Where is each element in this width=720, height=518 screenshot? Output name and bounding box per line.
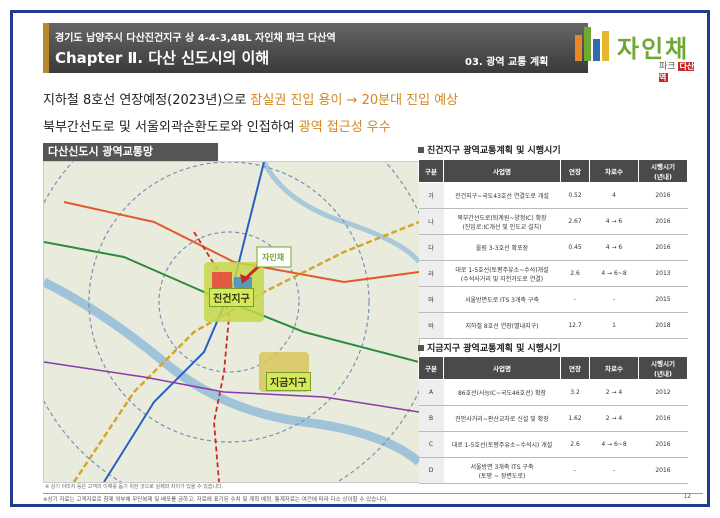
col-type: 구분	[418, 159, 444, 183]
page-number: 12	[683, 493, 691, 500]
col-length: 연장	[560, 356, 590, 380]
transport-map: 자인채 진건지구 지금지구	[43, 161, 420, 483]
table-cell: 2016	[638, 457, 688, 484]
table-cell: 2012	[638, 379, 688, 406]
table-cell: 2016	[638, 431, 688, 458]
table-cell: 1.62	[560, 405, 590, 432]
table-cell: 서울방면 3개축 ITS 구축 (토평 ~ 장변도로)	[443, 457, 561, 484]
table-cell: 1	[589, 312, 639, 339]
table-row: 마 서울방면도로 ITS 3개축 구축 - -2015	[418, 286, 688, 313]
table1-title: 진건지구 광역교통계획 및 시행시기	[418, 143, 561, 156]
table-cell: 나	[418, 208, 444, 235]
page-header: 경기도 남양주시 다산진건지구 상 4-4-3,4BL 자인채 파크 다산역 C…	[13, 13, 707, 82]
table2-title: 지금지구 광역교통계획 및 시행시기	[418, 341, 561, 354]
table-cell: 가	[418, 182, 444, 209]
table-cell: 2018	[638, 312, 688, 339]
table-cell: 4 → 6~8	[589, 431, 639, 458]
table-cell: 2016	[638, 405, 688, 432]
table-cell: 진건지구~국도43호선 연결도로 개설	[443, 182, 561, 209]
map-logo-label: 자인채	[262, 252, 284, 262]
table-cell: 86호선(사능IC~국도46호선) 확장	[443, 379, 561, 406]
table-cell: 라	[418, 260, 444, 287]
map-title: 다산신도시 광역교통망	[43, 143, 218, 161]
table-cell: C	[418, 431, 444, 458]
table-cell: 2015	[638, 286, 688, 313]
table-row: 나 북부간선도로(퇴계원~양정IC) 확장 (진입로:IC개선 및 인도교 설치)…	[418, 208, 688, 235]
table-cell: 0.52	[560, 182, 590, 209]
table-cell: 다	[418, 234, 444, 261]
table-jigeum: 구분 사업명 연장 차로수 시행시기 (년내) A 86호선(사능IC~국도46호…	[418, 356, 688, 484]
logo-sub: 파크 다산역	[659, 62, 695, 82]
table-row: 다 올림 3-3호선 확포장 0.45 4 → 6 2016	[418, 234, 688, 261]
table-cell: 4	[589, 182, 639, 209]
table-cell: 2 → 4	[589, 405, 639, 432]
table-row: D 서울방면 3개축 ITS 구축 (토평 ~ 장변도로) - -2016	[418, 457, 688, 484]
map-note: ※ 상기 이미지 등은 고객의 이해를 돕기 위한 것으로 실제와 차이가 있을…	[45, 484, 224, 490]
table-cell: 4 → 6	[589, 208, 639, 235]
table-cell: 북부간선도로(퇴계원~양정IC) 확장 (진입로:IC개선 및 인도교 설치)	[443, 208, 561, 235]
table-cell: 지하철 8호선 연장(별내지구)	[443, 312, 561, 339]
table-row: B 진안사거리~판산교차로 신설 및 확장 1.62 2 → 4 2016	[418, 405, 688, 432]
table-cell: -	[560, 286, 590, 313]
header-subtitle: 경기도 남양주시 다산진건지구 상 4-4-3,4BL 자인채 파크 다산역	[55, 33, 336, 44]
table-cell: B	[418, 405, 444, 432]
table-cell: 12.7	[560, 312, 590, 339]
table-cell: 4 → 6~8	[589, 260, 639, 287]
col-period: 시행시기 (년내)	[638, 159, 688, 183]
table-cell: -	[560, 457, 590, 484]
chapter-title: Chapter Ⅱ. 다산 신도시의 이해	[55, 49, 270, 67]
table-cell: 2.67	[560, 208, 590, 235]
table-cell: 2016	[638, 182, 688, 209]
table-cell: 2.6	[560, 431, 590, 458]
col-length: 연장	[560, 159, 590, 183]
table-cell: 2016	[638, 234, 688, 261]
col-type: 구분	[418, 356, 444, 380]
section-title: 03. 광역 교통 계획	[465, 57, 549, 68]
district-jigeum: 지금지구	[266, 372, 311, 391]
table-cell: 서울방면도로 ITS 3개축 구축	[443, 286, 561, 313]
table-cell: 바	[418, 312, 444, 339]
district-jingeon: 진건지구	[209, 288, 254, 307]
table-cell: 진안사거리~판산교차로 신설 및 확장	[443, 405, 561, 432]
brand-logo: 자인채 파크 다산역	[573, 27, 703, 82]
table-cell: 2.6	[560, 260, 590, 287]
table-cell: 2013	[638, 260, 688, 287]
table-cell: 마	[418, 286, 444, 313]
table-row: C 대로 1-5호선(토평주유소~수석시) 개설 2.6 4 → 6~8 2016	[418, 431, 688, 458]
table-cell: A	[418, 379, 444, 406]
table-row: 바 지하철 8호선 연장(별내지구) 12.7 1 2018	[418, 312, 688, 339]
col-project: 사업명	[443, 356, 561, 380]
table-cell: 2 → 4	[589, 379, 639, 406]
table-cell: 대로 1-5호선(토평주유소~수석)개설 (수석사거리 및 자전거도로 연결)	[443, 260, 561, 287]
col-lanes: 차로수	[589, 356, 639, 380]
table-row: A 86호선(사능IC~국도46호선) 확장 3.2 2 → 4 2012	[418, 379, 688, 406]
table-jingeon: 구분 사업명 연장 차로수 시행시기 (년내) 가 진건지구~국도43호선 연결도…	[418, 159, 688, 339]
table-cell: 2016	[638, 208, 688, 235]
table-cell: 3.2	[560, 379, 590, 406]
table-row: 가 진건지구~국도43호선 연결도로 개설 0.52 4 2016	[418, 182, 688, 209]
col-lanes: 차로수	[589, 159, 639, 183]
table-cell: 올림 3-3호선 확포장	[443, 234, 561, 261]
table-cell: 대로 1-5호선(토평주유소~수석시) 개설	[443, 431, 561, 458]
header-accent	[43, 23, 49, 73]
headline-2: 북부간선도로 및 서울외곽순환도로와 인접하여 광역 접근성 우수	[43, 120, 391, 135]
col-period: 시행시기 (년내)	[638, 356, 688, 380]
headline-1: 지하철 8호선 연장예정(2023년)으로 잠실권 진입 용이 → 20분대 진…	[43, 93, 459, 108]
page-frame: 경기도 남양주시 다산진건지구 상 4-4-3,4BL 자인채 파크 다산역 C…	[10, 10, 710, 507]
table-cell: D	[418, 457, 444, 484]
table-row: 라 대로 1-5호선(토평주유소~수석)개설 (수석사거리 및 자전거도로 연결)…	[418, 260, 688, 287]
table-cell: -	[589, 286, 639, 313]
col-project: 사업명	[443, 159, 561, 183]
table-cell: 0.45	[560, 234, 590, 261]
table-cell: -	[589, 457, 639, 484]
map-graphic: 자인채	[44, 162, 419, 482]
table-cell: 4 → 6	[589, 234, 639, 261]
footer-disclaimer: ※상기 자료는 고객자료로 참제 외부에 무단복제 및 배포를 금하고, 자료에…	[43, 493, 703, 505]
